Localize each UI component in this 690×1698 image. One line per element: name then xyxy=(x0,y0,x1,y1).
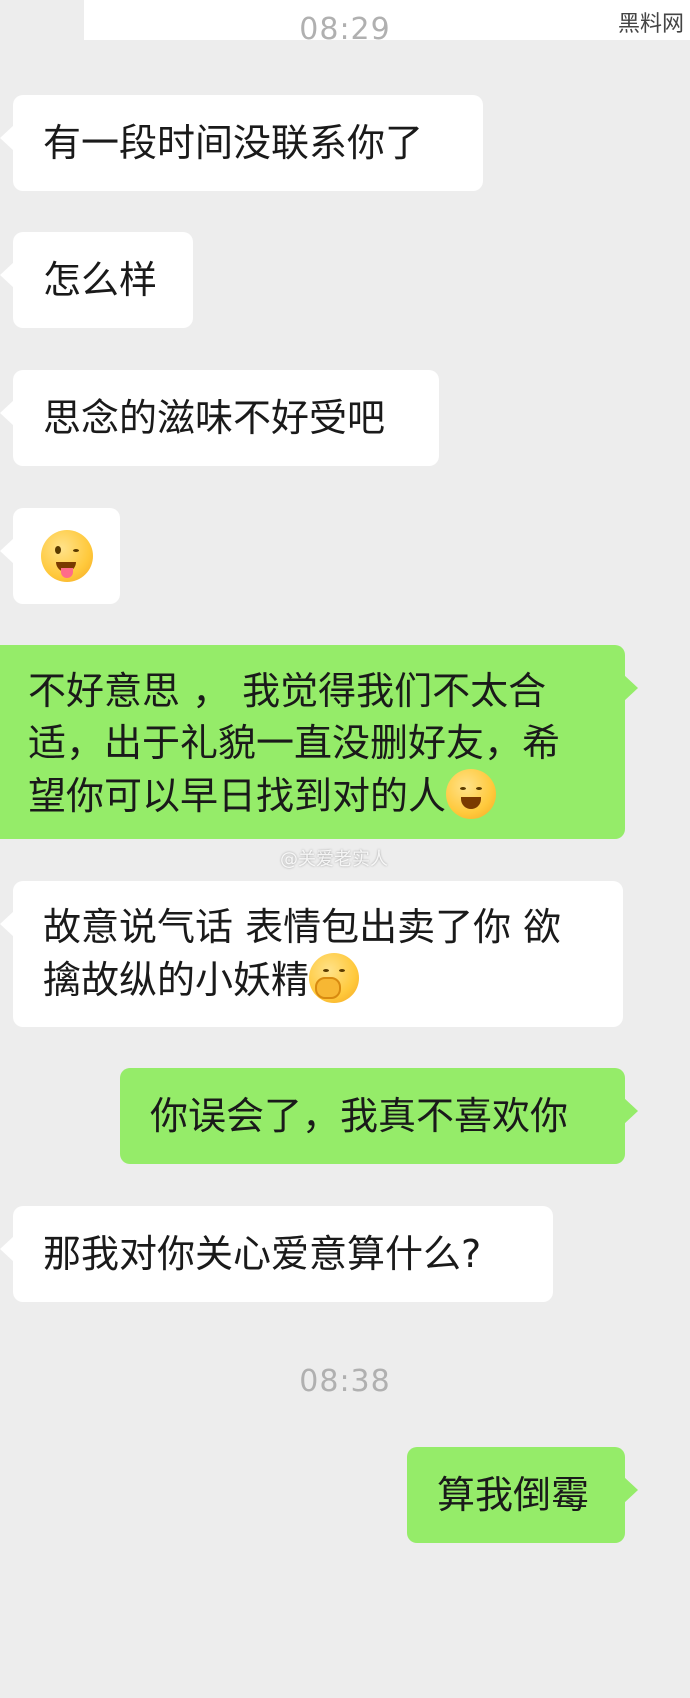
message-bubble-incoming[interactable]: 思念的滋味不好受吧 xyxy=(0,370,439,466)
message-bubble-outgoing[interactable]: 不好意思 ， 我觉得我们不太合 适，出于礼貌一直没删好友，希 望你可以早日找到对… xyxy=(0,645,638,839)
message-text: 有一段时间没联系你了 xyxy=(43,121,424,165)
laughing-tears-emoji xyxy=(446,769,497,819)
message-text-line: 不好意思 ， 我觉得我们不太合 xyxy=(28,669,547,713)
message-text: 你误会了，我真不喜欢你 xyxy=(150,1094,569,1138)
message-bubble-outgoing[interactable]: 算我倒霉 xyxy=(407,1447,638,1543)
message-text: 那我对你关心爱意算什么? xyxy=(43,1232,482,1276)
message-text: 算我倒霉 xyxy=(437,1473,590,1517)
message-text: 思念的滋味不好受吧 xyxy=(43,396,386,440)
message-bubble-incoming[interactable]: 那我对你关心爱意算什么? xyxy=(0,1206,553,1302)
message-bubble-incoming[interactable]: 故意说气话 表情包出卖了你 欲 擒故纵的小妖精 xyxy=(0,881,623,1027)
message-text-line: 适，出于礼貌一直没删好友，希 xyxy=(28,721,561,765)
message-text-line: 擒故纵的小妖精 xyxy=(43,958,310,1002)
weibo-watermark: @关爱老实人 xyxy=(280,849,388,870)
message-text-line: 故意说气话 表情包出卖了你 欲 xyxy=(43,905,562,949)
message-text-line: 望你可以早日找到对的人 xyxy=(28,774,447,818)
winking-tongue-emoji xyxy=(41,530,93,582)
message-bubble-outgoing[interactable]: 你误会了，我真不喜欢你 xyxy=(120,1068,638,1164)
smirk-emoji xyxy=(309,953,360,1003)
timestamp: 08:38 xyxy=(299,1364,391,1399)
message-text: 怎么样 xyxy=(43,258,158,302)
message-bubble-incoming[interactable]: 有一段时间没联系你了 xyxy=(0,95,483,191)
timestamp: 08:29 xyxy=(299,12,391,47)
message-bubble-incoming[interactable]: 怎么样 xyxy=(0,232,193,328)
message-bubble-incoming[interactable] xyxy=(0,508,120,604)
